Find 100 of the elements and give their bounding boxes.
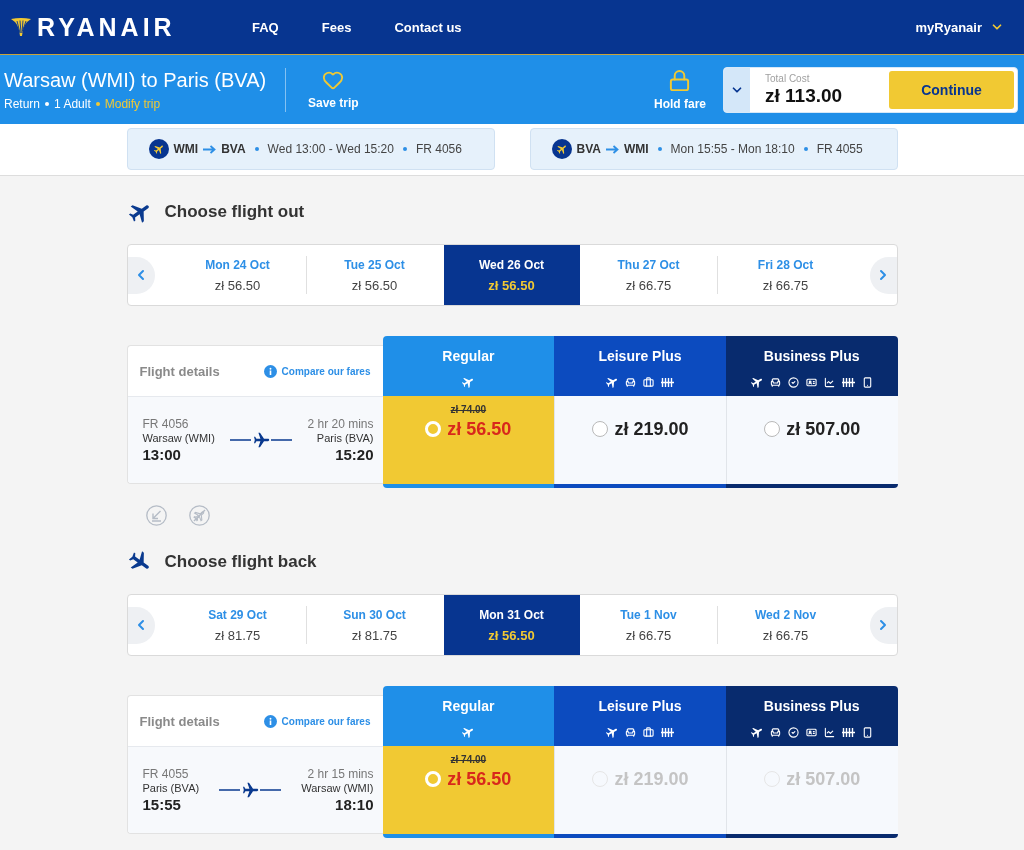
bars-icon: [841, 376, 855, 388]
nav-link[interactable]: Fees: [321, 19, 352, 35]
bullet-icon: [254, 147, 259, 151]
seat-icon: [769, 726, 781, 738]
fare-name: Business Plus: [763, 348, 860, 364]
plane-route-icon: [230, 432, 293, 448]
arrow-circle-icon: [145, 505, 167, 526]
old-price: zł 74.00: [450, 754, 487, 766]
origin-airport: Paris (BVA): [142, 780, 200, 795]
date-option[interactable]: Wed 2 Nov zł 66.75: [717, 595, 854, 655]
check-circle-icon: [787, 376, 799, 388]
airport-code: WMI: [623, 142, 649, 156]
fare-price: zł 219.00: [614, 768, 689, 790]
fare-name: Regular: [442, 348, 495, 364]
fare-name: Business Plus: [763, 698, 860, 714]
flight-number: FR 4056: [415, 142, 462, 156]
flight-details-label: Flight details: [139, 713, 220, 729]
previous-dates-button[interactable]: [127, 606, 155, 644]
seat-icon: [625, 726, 636, 738]
nav-link[interactable]: FAQ: [252, 19, 279, 35]
fare-name: Regular: [442, 698, 495, 714]
total-cost-label: Total Cost: [765, 72, 811, 85]
trip-detail: Return: [4, 97, 41, 111]
bullet-icon: [803, 147, 808, 151]
bars-icon: [661, 726, 674, 738]
fare-option[interactable]: zł 507.00: [725, 396, 898, 484]
plane-route-icon: [219, 782, 282, 798]
fare-name: Leisure Plus: [598, 698, 682, 714]
departure-time: 15:55: [142, 794, 181, 814]
check-circle-icon: [787, 726, 799, 738]
harp-icon: [10, 17, 32, 37]
lock-icon: [668, 68, 692, 92]
fare-option[interactable]: zł 219.00: [554, 396, 726, 484]
fare-price: zł 507.00: [786, 418, 861, 440]
airport-code: BVA: [221, 142, 246, 156]
total-cost-value: zł 113.00: [765, 84, 843, 107]
radio-button[interactable]: [764, 421, 781, 437]
id-card-icon: [805, 726, 817, 738]
heart-icon: [322, 69, 345, 91]
flight-duration: 2 hr 20 mins: [307, 416, 374, 431]
airport-code: BVA: [576, 142, 601, 156]
departure-time: 13:00: [142, 444, 181, 464]
bullet-icon: [45, 102, 50, 106]
chart-icon: [823, 726, 835, 738]
bars-icon: [841, 726, 855, 738]
date-option[interactable]: Wed 26 Oct zł 56.50: [443, 245, 580, 305]
price-breakdown-button[interactable]: [724, 67, 750, 112]
info-icon: [263, 364, 277, 378]
bullet-icon: [95, 102, 100, 106]
phone-icon: [861, 726, 873, 738]
date-option[interactable]: Tue 25 Oct zł 56.50: [306, 245, 443, 305]
previous-dates-button[interactable]: [127, 256, 155, 294]
briefcase-icon: [643, 376, 654, 388]
seat-icon: [769, 376, 781, 388]
flight-duration: 2 hr 15 mins: [307, 766, 374, 781]
phone-icon: [861, 376, 873, 388]
next-dates-button[interactable]: [869, 256, 897, 294]
destination-airport: Warsaw (WMI): [301, 780, 374, 795]
plane-badge-icon: [551, 139, 572, 159]
logo-text: RYANAIR: [37, 14, 176, 40]
trip-title: Warsaw (WMI) to Paris (BVA): [4, 68, 268, 92]
next-dates-button[interactable]: [869, 606, 897, 644]
arrow-right-icon: [605, 144, 619, 154]
info-icon: [263, 714, 277, 728]
date-option[interactable]: Mon 31 Oct zł 56.50: [443, 595, 580, 655]
section-heading: Choose flight back: [164, 552, 317, 572]
chart-icon: [823, 376, 835, 388]
date-option[interactable]: Fri 28 Oct zł 66.75: [717, 245, 854, 305]
fare-option[interactable]: zł 74.00 zł 56.50: [382, 396, 555, 484]
bars-icon: [661, 376, 674, 388]
flight-times: Mon 15:55 - Mon 18:10: [670, 142, 795, 156]
plane-slash-icon: [188, 505, 210, 526]
bullet-icon: [657, 147, 662, 151]
fare-option[interactable]: zł 74.00 zł 56.50: [382, 746, 555, 834]
fare-price: zł 219.00: [614, 418, 689, 440]
arrival-time: 18:10: [335, 794, 374, 814]
plane-badge-icon: [148, 139, 169, 159]
date-option[interactable]: Sat 29 Oct zł 81.75: [169, 595, 306, 655]
continue-button[interactable]: Continue: [889, 70, 1014, 109]
flight-details-label: Flight details: [139, 363, 220, 379]
old-price: zł 74.00: [450, 404, 487, 416]
origin-airport: Warsaw (WMI): [142, 430, 215, 445]
fare-name: Leisure Plus: [598, 348, 682, 364]
account-menu[interactable]: myRyanair: [915, 19, 1004, 35]
fare-price: zł 507.00: [786, 768, 861, 790]
radio-button[interactable]: [592, 421, 609, 437]
trip-detail: 1 Adult: [54, 97, 91, 111]
date-option[interactable]: Thu 27 Oct zł 66.75: [580, 245, 717, 305]
arrow-right-icon: [203, 144, 217, 154]
fare-price: zł 56.50: [447, 418, 512, 440]
date-option[interactable]: Tue 1 Nov zł 66.75: [580, 595, 717, 655]
destination-airport: Paris (BVA): [316, 430, 374, 445]
date-option[interactable]: Mon 24 Oct zł 56.50: [169, 245, 306, 305]
arrival-time: 15:20: [335, 444, 374, 464]
date-option[interactable]: Sun 30 Oct zł 81.75: [306, 595, 443, 655]
id-card-icon: [805, 376, 817, 388]
flight-times: Wed 13:00 - Wed 15:20: [267, 142, 394, 156]
nav-link[interactable]: Contact us: [394, 19, 462, 35]
bullet-icon: [402, 147, 407, 151]
flight-number: FR 4055: [816, 142, 863, 156]
